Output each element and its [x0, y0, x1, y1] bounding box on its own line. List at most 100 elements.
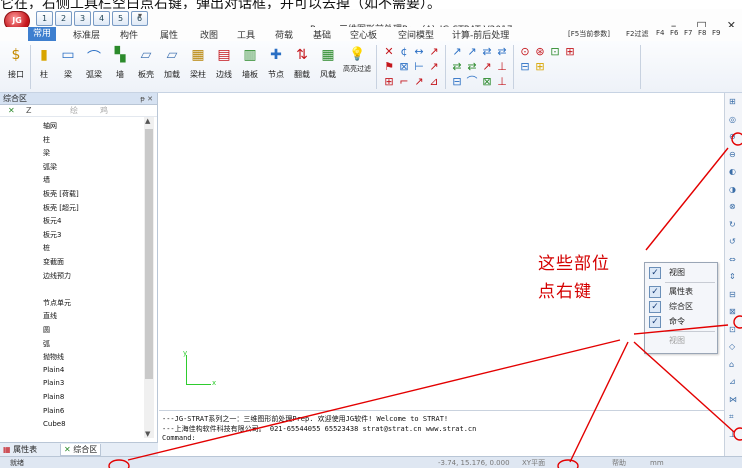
- right-tool-icon[interactable]: ⊥: [729, 430, 736, 439]
- tool-icon[interactable]: ⊠: [397, 60, 411, 74]
- right-tool-icon[interactable]: ↻: [729, 220, 736, 229]
- tree-item[interactable]: 桩: [43, 243, 50, 253]
- tool-icon[interactable]: ↗: [427, 45, 441, 59]
- delete-icon[interactable]: ✕: [8, 105, 15, 117]
- node-button[interactable]: ✚ 节点: [264, 45, 288, 89]
- right-tool-icon[interactable]: ⊖: [729, 150, 736, 159]
- tree-item[interactable]: 边线预力: [43, 271, 71, 281]
- tab-common[interactable]: 常用: [28, 27, 57, 41]
- tree-item[interactable]: 板壳 [超元]: [43, 203, 79, 213]
- command-console[interactable]: ---JG-STRAT系列之一：三维图形前处理Prep. 欢迎使用JG软件! W…: [159, 410, 724, 456]
- tool-icon[interactable]: ↗: [427, 60, 441, 74]
- arc-beam-button[interactable]: ⌒ 弧梁: [82, 45, 106, 89]
- ctx-item-command[interactable]: ✓ 命令: [647, 315, 717, 329]
- wind-load-button[interactable]: ▦ 风载: [316, 45, 340, 89]
- f7-button[interactable]: F7: [684, 29, 692, 37]
- quick-access-2[interactable]: 2: [55, 11, 72, 26]
- tool-icon[interactable]: ↗: [450, 45, 464, 59]
- tree-item[interactable]: Plain6: [43, 407, 64, 415]
- right-tool-icon[interactable]: ⊠: [729, 307, 736, 316]
- tool-icon[interactable]: ⊢: [412, 60, 426, 74]
- quick-access-4[interactable]: 4: [93, 11, 110, 26]
- tool-icon[interactable]: ⊥: [495, 60, 509, 74]
- tool-icon[interactable]: ⌒: [465, 75, 479, 89]
- flip-load-button[interactable]: ⇅ 翻载: [290, 45, 314, 89]
- tab-composite[interactable]: ✕ 综合区: [60, 444, 102, 456]
- tab-calc-processing[interactable]: 计算-前后处理: [452, 28, 509, 41]
- scroll-up-icon[interactable]: ▲: [145, 117, 150, 125]
- tree-item[interactable]: 节点单元: [43, 298, 71, 308]
- tree-item[interactable]: 板元3: [43, 230, 61, 240]
- tab-tools[interactable]: 工具: [237, 28, 255, 41]
- tab-property[interactable]: 属性: [160, 28, 178, 41]
- beam-column-button[interactable]: ▦ 梁柱: [186, 45, 210, 89]
- tab-edit[interactable]: 改图: [200, 28, 218, 41]
- tool-icon[interactable]: ⊞: [533, 60, 547, 74]
- current-params-button[interactable]: [F5当前参数]: [568, 29, 610, 39]
- f8-button[interactable]: F8: [698, 29, 706, 37]
- right-tool-icon[interactable]: ↺: [729, 237, 736, 246]
- tree-item[interactable]: 轴网: [43, 121, 57, 131]
- f2-filter-button[interactable]: F2过滤: [626, 29, 648, 39]
- tool-icon[interactable]: ⚑: [382, 60, 396, 74]
- tool-icon[interactable]: ⊟: [518, 60, 532, 74]
- right-tool-icon[interactable]: ⊕: [729, 132, 736, 141]
- f6-button[interactable]: F6: [670, 29, 678, 37]
- tab-space-model[interactable]: 空间模型: [398, 28, 434, 41]
- tool-icon[interactable]: ⊠: [480, 75, 494, 89]
- shell-button[interactable]: ▱ 板壳: [134, 45, 158, 89]
- ctx-item-composite[interactable]: ✓ 综合区: [647, 300, 717, 314]
- tool-icon[interactable]: ⊿: [427, 75, 441, 89]
- scroll-down-icon[interactable]: ▼: [145, 430, 150, 438]
- column-button[interactable]: ▮ 柱: [32, 45, 56, 89]
- tool-icon[interactable]: ¢: [397, 45, 411, 59]
- panel-scrollbar[interactable]: ▲ ▼: [144, 117, 154, 438]
- tab-property-table[interactable]: ▦ 属性表: [3, 444, 37, 456]
- right-tool-icon[interactable]: ◐: [729, 167, 736, 176]
- highlight-filter-button[interactable]: 💡 高亮过滤: [342, 45, 372, 89]
- tree-item[interactable]: 直线: [43, 311, 57, 321]
- quick-access-more-icon[interactable]: ▾: [138, 11, 142, 20]
- tree-item[interactable]: 变截面: [43, 257, 64, 267]
- f9-button[interactable]: F9: [712, 29, 720, 37]
- edge-button[interactable]: ▤ 边线: [212, 45, 236, 89]
- ctx-item-view[interactable]: ✓ 视图: [647, 266, 717, 280]
- right-tool-icon[interactable]: ⊿: [729, 377, 736, 386]
- tool-icon[interactable]: ⇄: [495, 45, 509, 59]
- z-icon[interactable]: Z: [26, 105, 31, 117]
- tab-standard-floor[interactable]: 标准层: [73, 28, 100, 41]
- tab-foundation[interactable]: 基础: [313, 28, 331, 41]
- tool-icon[interactable]: ⌐: [397, 75, 411, 89]
- tree-item[interactable]: 柱: [43, 135, 50, 145]
- tab-hollow-slab[interactable]: 空心板: [350, 28, 377, 41]
- right-toolbar[interactable]: ⊞ ◎ ⊕ ⊖ ◐ ◑ ⊗ ↻ ↺ ⇔ ⇕ ⊟ ⊠ ⊡ ◇ ⌂ ⊿ ⋈ ⌗ ⊥: [724, 93, 742, 456]
- tool-icon[interactable]: ⊟: [450, 75, 464, 89]
- tree-item[interactable]: Plain8: [43, 393, 64, 401]
- wall-button[interactable]: ▚ 墙: [108, 45, 132, 89]
- tool-icon[interactable]: ↗: [465, 45, 479, 59]
- scrollbar-thumb[interactable]: [145, 129, 153, 379]
- tool-icon[interactable]: ⊞: [563, 45, 577, 59]
- right-tool-icon[interactable]: ◑: [729, 185, 736, 194]
- right-tool-icon[interactable]: ⌂: [729, 360, 734, 369]
- tree-item[interactable]: 弧梁: [43, 162, 57, 172]
- right-tool-icon[interactable]: ⋈: [729, 395, 737, 404]
- tool-icon[interactable]: ⊡: [548, 45, 562, 59]
- beam-button[interactable]: ▭ 梁: [56, 45, 80, 89]
- right-tool-icon[interactable]: ⇕: [729, 272, 736, 281]
- draw-icon[interactable]: 绘: [70, 105, 78, 117]
- quick-access-1[interactable]: 1: [36, 11, 53, 26]
- tree-item[interactable]: 墙: [43, 175, 50, 185]
- command-prompt[interactable]: Command:: [162, 434, 196, 442]
- tree-item[interactable]: 板元4: [43, 216, 61, 226]
- tree-item[interactable]: Cube8: [43, 420, 66, 428]
- tool-icon[interactable]: ⊙: [518, 45, 532, 59]
- tree-item[interactable]: 梁: [43, 148, 50, 158]
- tool-icon[interactable]: ↔: [412, 45, 426, 59]
- right-tool-icon[interactable]: ◇: [729, 342, 735, 351]
- quick-access-3[interactable]: 3: [74, 11, 91, 26]
- tree-item[interactable]: Plain3: [43, 379, 64, 387]
- right-tool-icon[interactable]: ⊗: [729, 202, 736, 211]
- node-icon[interactable]: 鸡: [100, 105, 108, 117]
- tree-item[interactable]: Plain4: [43, 366, 64, 374]
